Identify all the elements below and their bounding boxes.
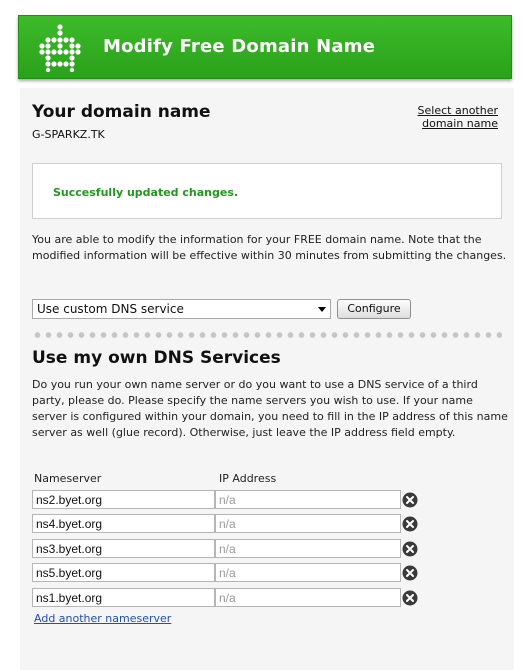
divider <box>32 331 502 339</box>
ip-address-input[interactable] <box>215 514 401 533</box>
own-dns-heading: Use my own DNS Services <box>32 348 281 368</box>
nameserver-input[interactable] <box>32 563 215 582</box>
nameserver-row <box>20 539 514 559</box>
nameserver-row <box>20 588 514 608</box>
remove-icon[interactable] <box>402 590 418 606</box>
nameserver-row <box>20 514 514 534</box>
nameserver-row <box>20 490 514 510</box>
status-message: Succesfully updated changes. <box>53 186 239 199</box>
add-nameserver-link[interactable]: Add another nameserver <box>34 612 171 625</box>
remove-icon[interactable] <box>402 492 418 508</box>
main-panel: Your domain name Select another domain n… <box>20 88 514 670</box>
domain-name-value: G-SPARKZ.TK <box>32 128 105 141</box>
remove-icon[interactable] <box>402 565 418 581</box>
configure-button[interactable]: Configure <box>337 299 411 319</box>
remove-icon[interactable] <box>402 516 418 532</box>
nameserver-row <box>20 563 514 583</box>
robot-icon <box>39 24 81 72</box>
status-box: Succesfully updated changes. <box>32 163 502 219</box>
select-another-domain-link[interactable]: Select another domain name <box>408 104 498 130</box>
nameserver-input[interactable] <box>32 490 215 509</box>
header-banner: Modify Free Domain Name <box>18 15 512 79</box>
nameserver-input[interactable] <box>32 588 215 607</box>
chevron-down-icon <box>318 307 326 312</box>
nameserver-input[interactable] <box>32 514 215 533</box>
dns-select-value: Use custom DNS service <box>37 302 184 316</box>
domain-heading: Your domain name <box>32 102 211 122</box>
nameserver-column-label: Nameserver <box>34 472 102 485</box>
own-dns-description: Do you run your own name server or do yo… <box>32 378 508 439</box>
ip-address-input[interactable] <box>215 490 401 509</box>
page-title: Modify Free Domain Name <box>103 36 376 57</box>
ip-column-label: IP Address <box>219 472 277 485</box>
remove-icon[interactable] <box>402 541 418 557</box>
ip-address-input[interactable] <box>215 539 401 558</box>
nameserver-input[interactable] <box>32 539 215 558</box>
dns-service-select[interactable]: Use custom DNS service <box>32 299 331 319</box>
ip-address-input[interactable] <box>215 588 401 607</box>
ip-address-input[interactable] <box>215 563 401 582</box>
info-text: You are able to modify the information f… <box>32 233 507 262</box>
